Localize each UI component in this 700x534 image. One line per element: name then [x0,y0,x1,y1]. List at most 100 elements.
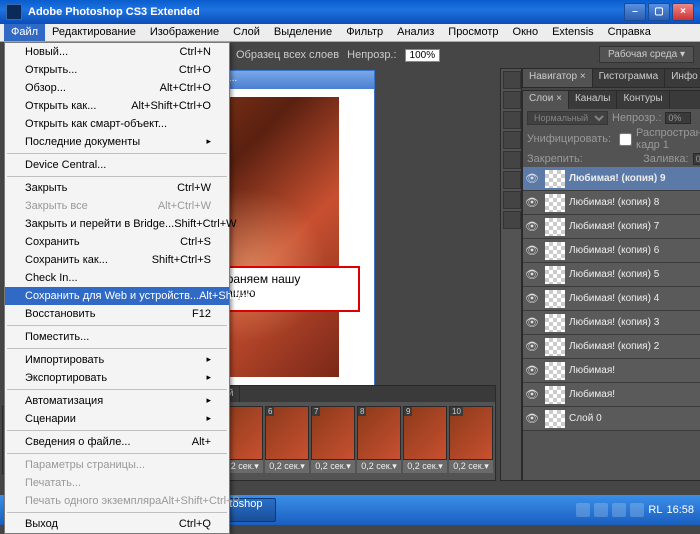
menu-item[interactable]: Сведения о файле...Alt+ [5,433,229,451]
menu-изображение[interactable]: Изображение [143,24,226,41]
layer-opacity-field[interactable] [665,112,691,124]
layer-row[interactable]: 👁Любимая! [523,359,700,383]
menu-item[interactable]: Последние документы [5,133,229,151]
menu-item[interactable]: Check In... [5,269,229,287]
animation-frame[interactable]: 100,2 сек.▾ [449,406,493,473]
panel-tab[interactable]: Контуры [617,91,669,109]
menu-файл[interactable]: Файл [4,24,45,41]
frame-duration[interactable]: 0,2 сек.▾ [403,460,447,473]
layer-row[interactable]: 👁Слой 0 [523,407,700,431]
opt-sample[interactable]: Образец всех слоев [236,49,339,61]
panel-tab[interactable]: Каналы [569,91,618,109]
visibility-icon[interactable]: 👁 [523,268,541,281]
panel-icon[interactable] [503,171,521,189]
menu-редактирование[interactable]: Редактирование [45,24,143,41]
panel-tab[interactable]: Навигатор × [523,69,593,87]
menu-окно[interactable]: Окно [506,24,546,41]
menu-справка[interactable]: Справка [601,24,658,41]
panel-icon[interactable] [503,131,521,149]
layer-thumbnail[interactable] [545,194,565,212]
layer-name[interactable]: Любимая! (копия) 8 [569,197,659,208]
layer-thumbnail[interactable] [545,362,565,380]
animation-frame[interactable]: 90,2 сек.▾ [403,406,447,473]
layer-row[interactable]: 👁Любимая! (копия) 6 [523,239,700,263]
visibility-icon[interactable]: 👁 [523,220,541,233]
menu-item[interactable]: Открыть...Ctrl+O [5,61,229,79]
layer-thumbnail[interactable] [545,410,565,428]
menu-item[interactable]: Сохранить для Web и устройств...Alt+Shif… [5,287,229,305]
layer-thumbnail[interactable] [545,386,565,404]
workspace-button[interactable]: Рабочая среда ▾ [599,46,694,63]
animation-frame[interactable]: 80,2 сек.▾ [357,406,401,473]
tray-clock[interactable]: 16:58 [666,504,694,516]
menu-item[interactable]: Device Central... [5,156,229,174]
layer-row[interactable]: 👁 Любимая! (копия) 5 [523,263,700,287]
layer-thumbnail[interactable] [545,290,565,308]
menu-item[interactable]: ВосстановитьF12 [5,305,229,323]
visibility-icon[interactable]: 👁 [523,172,541,185]
layer-row[interactable]: 👁 Любимая! [523,383,700,407]
animation-frame[interactable]: 60,2 сек.▾ [265,406,309,473]
menu-item[interactable]: Экспортировать [5,369,229,387]
panel-icon[interactable] [503,91,521,109]
panel-tab[interactable]: Слои × [523,91,569,109]
layer-name[interactable]: Любимая! (копия) 7 [569,221,659,232]
menu-просмотр[interactable]: Просмотр [441,24,505,41]
close-button[interactable]: × [672,3,694,21]
layer-name[interactable]: Любимая! [569,389,615,400]
layer-name[interactable]: Любимая! (копия) 5 [569,269,659,280]
layer-name[interactable]: Любимая! (копия) 3 [569,317,659,328]
menu-item[interactable]: Открыть как...Alt+Shift+Ctrl+O [5,97,229,115]
layer-row[interactable]: 👁 Любимая! (копия) 3 [523,311,700,335]
menu-item[interactable]: Сохранить как...Shift+Ctrl+S [5,251,229,269]
visibility-icon[interactable]: 👁 [523,244,541,257]
tray-icon[interactable] [594,503,608,517]
visibility-icon[interactable]: 👁 [523,412,541,425]
tray-lang[interactable]: RL [648,504,662,516]
menu-item[interactable]: ЗакрытьCtrl+W [5,179,229,197]
minimize-button[interactable]: – [624,3,646,21]
menu-item[interactable]: Обзор...Alt+Ctrl+O [5,79,229,97]
layer-thumbnail[interactable] [545,170,565,188]
visibility-icon[interactable]: 👁 [523,196,541,209]
panel-icon[interactable] [503,151,521,169]
frame-duration[interactable]: 0,2 сек.▾ [357,460,401,473]
tray-icon[interactable] [612,503,626,517]
menu-extensis[interactable]: Extensis [545,24,601,41]
menu-item[interactable]: ВыходCtrl+Q [5,515,229,533]
visibility-icon[interactable]: 👁 [523,292,541,305]
propagate-checkbox[interactable] [619,133,632,146]
layer-name[interactable]: Любимая! (копия) 4 [569,293,659,304]
layer-row[interactable]: 👁 Любимая! (копия) 4 [523,287,700,311]
tray-icon[interactable] [576,503,590,517]
menu-item[interactable]: Поместить... [5,328,229,346]
menu-item[interactable]: Автоматизация [5,392,229,410]
layer-thumbnail[interactable] [545,218,565,236]
layer-thumbnail[interactable] [545,266,565,284]
layer-row[interactable]: 👁 Любимая! (копия) 2 [523,335,700,359]
layer-name[interactable]: Любимая! [569,365,615,376]
menu-item[interactable]: Закрыть и перейти в Bridge...Shift+Ctrl+… [5,215,229,233]
maximize-button[interactable]: ▢ [648,3,670,21]
menu-item[interactable]: Импортировать [5,351,229,369]
visibility-icon[interactable]: 👁 [523,316,541,329]
visibility-icon[interactable]: 👁 [523,388,541,401]
menu-item[interactable]: Сценарии [5,410,229,428]
layer-name[interactable]: Любимая! (копия) 2 [569,341,659,352]
menu-анализ[interactable]: Анализ [390,24,441,41]
panel-icon[interactable] [503,211,521,229]
fill-field[interactable] [693,153,700,165]
panel-icon[interactable] [503,191,521,209]
panel-icon[interactable] [503,71,521,89]
panel-tab[interactable]: Гистограмма [593,69,666,87]
menu-слой[interactable]: Слой [226,24,267,41]
menu-item[interactable]: СохранитьCtrl+S [5,233,229,251]
panel-icon[interactable] [503,111,521,129]
blend-mode-select[interactable]: Нормальный [527,111,608,125]
frame-duration[interactable]: 0,2 сек.▾ [449,460,493,473]
layer-thumbnail[interactable] [545,338,565,356]
layer-thumbnail[interactable] [545,314,565,332]
visibility-icon[interactable]: 👁 [523,340,541,353]
layer-thumbnail[interactable] [545,242,565,260]
layer-name[interactable]: Любимая! (копия) 9 [569,173,666,184]
